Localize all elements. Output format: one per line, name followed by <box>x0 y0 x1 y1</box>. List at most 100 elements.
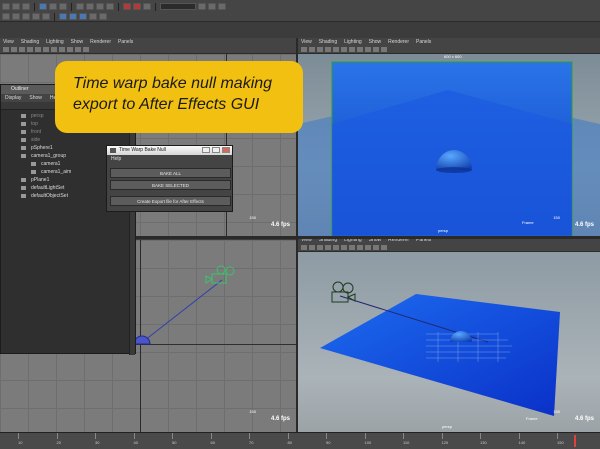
time-tick-mark <box>364 433 366 439</box>
snap-plane-icon[interactable] <box>106 3 114 10</box>
time-tick-label: 130 <box>480 440 487 445</box>
menu-show[interactable]: Show <box>369 39 382 45</box>
outliner-menu-display[interactable]: Display <box>5 95 21 101</box>
menu-lighting[interactable]: Lighting <box>46 39 64 45</box>
camera-attributes-icon[interactable] <box>309 47 315 52</box>
select-object-icon[interactable] <box>49 3 57 10</box>
time-slider[interactable]: 10 20 30 40 50 60 70 80 90 100 110 120 130 140 150 <box>0 432 600 449</box>
grid-icon[interactable] <box>333 47 339 52</box>
textured-icon[interactable] <box>373 47 379 52</box>
channel-box-icon[interactable] <box>218 3 226 10</box>
outliner-item-label: defaultLightSet <box>31 185 65 191</box>
camera-attributes-icon[interactable] <box>309 245 315 250</box>
outliner-item[interactable]: side <box>1 136 135 144</box>
snap-curve-icon[interactable] <box>86 3 94 10</box>
menu-renderer[interactable]: Renderer <box>90 39 111 45</box>
fps-readout: 4.6 fps <box>270 416 290 422</box>
open-scene-icon[interactable] <box>12 3 20 10</box>
viewport-menu-bar: View Shading Lighting Show Renderer Pane… <box>298 38 600 46</box>
maximize-icon[interactable] <box>212 147 220 153</box>
ground-plane <box>320 294 560 416</box>
move-tool-icon[interactable] <box>22 13 30 20</box>
menu-panels[interactable]: Panels <box>416 39 431 45</box>
input-field[interactable] <box>160 3 196 10</box>
close-icon[interactable] <box>222 147 230 153</box>
resolution-gate-icon[interactable] <box>349 47 355 52</box>
camera-select-icon[interactable] <box>301 47 307 52</box>
film-gate-icon[interactable] <box>341 47 347 52</box>
bake-selected-button[interactable]: BAKE SELECTED <box>110 180 231 190</box>
tool-settings-icon[interactable] <box>208 3 216 10</box>
film-gate-icon[interactable] <box>341 245 347 250</box>
current-time-marker[interactable] <box>574 435 576 447</box>
smooth-shade-icon[interactable] <box>67 47 73 52</box>
grid-icon[interactable] <box>35 47 41 52</box>
new-scene-icon[interactable] <box>2 3 10 10</box>
bake-all-button[interactable]: BAKE ALL <box>110 168 231 178</box>
minimize-icon[interactable] <box>202 147 210 153</box>
lasso-tool-icon[interactable] <box>12 13 20 20</box>
bookmark-icon[interactable] <box>317 245 323 250</box>
caption-callout: Time warp bake null making export to Aft… <box>55 61 303 133</box>
node-type-icon <box>21 138 26 142</box>
camera-attributes-icon[interactable] <box>11 47 17 52</box>
polygon-plane-icon[interactable] <box>79 13 87 20</box>
bookmark-icon[interactable] <box>19 47 25 52</box>
menu-show[interactable]: Show <box>71 39 84 45</box>
menu-panels[interactable]: Panels <box>118 39 133 45</box>
image-plane-icon[interactable] <box>325 47 331 52</box>
attribute-editor-icon[interactable] <box>198 3 206 10</box>
ipr-render-icon[interactable] <box>133 3 141 10</box>
rotate-tool-icon[interactable] <box>32 13 40 20</box>
camera-icon[interactable] <box>89 13 97 20</box>
lights-icon[interactable] <box>83 47 89 52</box>
render-frame-icon[interactable] <box>123 3 131 10</box>
viewport-icon-bar <box>298 244 600 252</box>
resolution-gate-icon[interactable] <box>349 245 355 250</box>
time-tick-label: 60 <box>210 440 215 445</box>
menu-renderer[interactable]: Renderer <box>388 39 409 45</box>
select-hierarchy-icon[interactable] <box>39 3 47 10</box>
dialog-title-bar[interactable]: Time Warp Bake Null <box>107 146 232 155</box>
textured-icon[interactable] <box>75 47 81 52</box>
select-tool-icon[interactable] <box>2 13 10 20</box>
menu-shading[interactable]: Shading <box>319 39 337 45</box>
menu-view[interactable]: View <box>301 39 312 45</box>
polygon-sphere-icon[interactable] <box>59 13 67 20</box>
film-gate-icon[interactable] <box>43 47 49 52</box>
menu-lighting[interactable]: Lighting <box>344 39 362 45</box>
wireframe-icon[interactable] <box>59 47 65 52</box>
smooth-shade-icon[interactable] <box>365 245 371 250</box>
dialog-menu-help[interactable]: Help <box>107 155 232 163</box>
camera-select-icon[interactable] <box>301 245 307 250</box>
viewport-top-right[interactable]: View Shading Lighting Show Renderer Pane… <box>298 38 600 238</box>
wireframe-icon[interactable] <box>357 47 363 52</box>
viewport-bottom-right[interactable]: View Shading Lighting Show Renderer Pane… <box>298 236 600 432</box>
menu-view[interactable]: View <box>3 39 14 45</box>
outliner-item-label: camera1_group <box>31 153 67 159</box>
lights-icon[interactable] <box>381 245 387 250</box>
select-component-icon[interactable] <box>59 3 67 10</box>
camera-select-icon[interactable] <box>3 47 9 52</box>
save-scene-icon[interactable] <box>22 3 30 10</box>
time-tick-mark <box>441 433 443 439</box>
light-icon[interactable] <box>99 13 107 20</box>
textured-icon[interactable] <box>373 245 379 250</box>
image-plane-icon[interactable] <box>27 47 33 52</box>
polygon-cube-icon[interactable] <box>69 13 77 20</box>
time-tick-mark <box>18 433 19 439</box>
snap-grid-icon[interactable] <box>76 3 84 10</box>
snap-point-icon[interactable] <box>96 3 104 10</box>
bookmark-icon[interactable] <box>317 47 323 52</box>
smooth-shade-icon[interactable] <box>365 47 371 52</box>
render-settings-icon[interactable] <box>143 3 151 10</box>
wireframe-icon[interactable] <box>357 245 363 250</box>
scale-tool-icon[interactable] <box>42 13 50 20</box>
outliner-menu-show[interactable]: Show <box>29 95 42 101</box>
grid-icon[interactable] <box>333 245 339 250</box>
image-plane-icon[interactable] <box>325 245 331 250</box>
menu-shading[interactable]: Shading <box>21 39 39 45</box>
resolution-gate-icon[interactable] <box>51 47 57 52</box>
create-export-button[interactable]: Create Export file for After Effects <box>110 196 231 206</box>
lights-icon[interactable] <box>381 47 387 52</box>
